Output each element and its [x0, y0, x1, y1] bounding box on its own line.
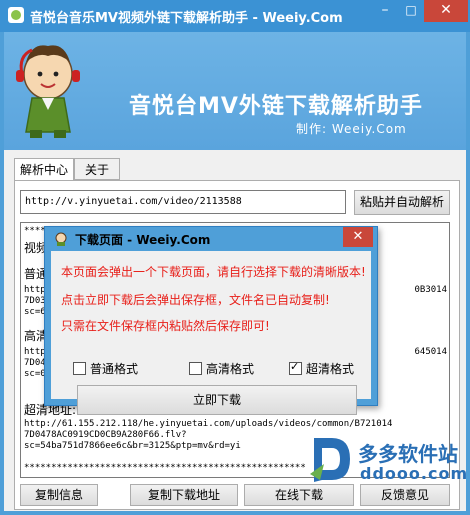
result-normal-line1-right: 0B3014	[414, 285, 447, 295]
checkbox-label: 普通格式	[90, 362, 139, 376]
ddooo-logo-icon	[310, 438, 350, 482]
header-banner: 音悦台MV外链下载解析助手 制作: Weeiy.Com	[4, 32, 466, 150]
checkbox-box[interactable]	[73, 362, 86, 375]
maximize-button[interactable]: □	[398, 0, 424, 22]
checkbox-label: 超清格式	[306, 362, 355, 376]
result-normal-line3: sc=6	[24, 307, 46, 317]
url-input[interactable]: http://v.yinyuetai.com/video/2113588	[20, 190, 346, 214]
result-normal-line2: 7D03	[24, 296, 46, 306]
dialog-message-3: 只需在文件保存框内粘贴然后保存即可!	[61, 319, 270, 333]
minimize-button[interactable]: –	[372, 0, 398, 22]
window-title: 音悦台音乐MV视频外链下载解析助手 - Weeiy.Com	[30, 11, 343, 26]
result-stars-bottom: ****************************************…	[24, 463, 306, 473]
checkbox-normal-format[interactable]: 普通格式	[73, 360, 138, 377]
result-hd-line3: sc=0	[24, 369, 46, 379]
download-now-button[interactable]: 立即下载	[77, 385, 357, 415]
result-hd-line2: 7D04	[24, 358, 46, 368]
watermark-domain: ddooo.com	[360, 464, 469, 483]
app-window: 音悦台音乐MV视频外链下载解析助手 - Weeiy.Com – □ ✕ 音悦台M…	[0, 0, 470, 515]
dialog-message-1: 本页面会弹出一个下载页面，请自行选择下载的清晰版本!	[61, 265, 366, 279]
checkbox-hd-format[interactable]: 高清格式	[189, 360, 254, 377]
dialog-title: 下载页面 - Weeiy.Com	[75, 233, 211, 247]
banner-credit: 制作: Weeiy.Com	[296, 122, 407, 136]
checkbox-label: 高清格式	[206, 362, 255, 376]
result-super-line1: http://61.155.212.118/he.yinyuetai.com/u…	[24, 419, 393, 429]
result-hd-line1-right: 645014	[414, 347, 447, 357]
copy-download-url-button[interactable]: 复制下载地址	[130, 484, 238, 506]
result-hd-line1: http	[24, 347, 46, 357]
app-icon	[8, 7, 24, 23]
result-normal-line1: http	[24, 285, 46, 295]
watermark: 多多软件站 ddooo.com	[300, 430, 470, 490]
result-super-label: 超清地址:	[24, 403, 77, 417]
checkbox-super-format[interactable]: 超清格式	[289, 360, 354, 377]
paste-parse-button[interactable]: 粘贴并自动解析	[354, 190, 450, 215]
dialog-body: 本页面会弹出一个下载页面，请自行选择下载的清晰版本! 点击立即下载后会弹出保存框…	[51, 251, 371, 415]
result-super-line3: sc=54ba751d7866ee6c&br=3125&ptp=mv&rd=yi	[24, 441, 241, 451]
checkbox-box[interactable]	[189, 362, 202, 375]
copy-info-button[interactable]: 复制信息	[20, 484, 98, 506]
mascot-logo	[16, 45, 80, 138]
dialog-message-2: 点击立即下载后会弹出保存框，文件名已自动复制!	[61, 293, 330, 307]
watermark-name: 多多软件站	[358, 442, 458, 466]
download-dialog: 下载页面 - Weeiy.Com ✕ 本页面会弹出一个下载页面，请自行选择下载的…	[44, 226, 378, 415]
close-button[interactable]: ✕	[424, 0, 468, 22]
result-super-line2: 7D0478AC0919CD0CB9A280F66.flv?	[24, 430, 187, 440]
banner-title: 音悦台MV外链下载解析助手	[129, 94, 423, 119]
dialog-app-icon	[55, 232, 67, 246]
dialog-close-button[interactable]: ✕	[343, 227, 373, 247]
tab-about[interactable]: 关于	[74, 158, 120, 180]
title-bar[interactable]: 音悦台音乐MV视频外链下载解析助手 - Weeiy.Com – □ ✕	[0, 0, 470, 32]
tab-parse-center[interactable]: 解析中心	[14, 158, 74, 181]
checkbox-box-checked[interactable]	[289, 360, 302, 375]
